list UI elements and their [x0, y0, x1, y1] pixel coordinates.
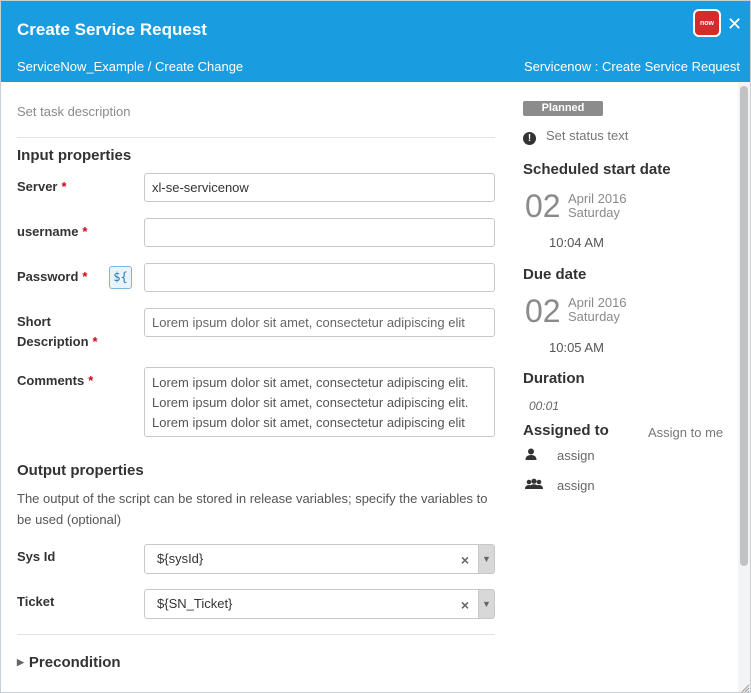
- required-marker: *: [92, 334, 98, 349]
- resize-handle-icon[interactable]: [739, 681, 750, 692]
- scheduled-start-time[interactable]: 10:04 AM: [549, 235, 604, 250]
- task-type-label: Servicenow : Create Service Request: [523, 59, 740, 74]
- dialog-header: Create Service Request now ✕ ServiceNow_…: [1, 1, 750, 82]
- caret-down-icon[interactable]: ▼: [478, 545, 494, 573]
- comments-line: Lorem ipsum dolor sit amet, consectetur …: [152, 375, 469, 390]
- dialog-title: Create Service Request: [17, 20, 207, 39]
- scheduled-start-weekday: Saturday: [568, 205, 621, 220]
- ticket-label: Ticket: [17, 594, 55, 609]
- task-form: Set task description Input properties Se…: [1, 82, 511, 692]
- comments-textarea[interactable]: Lorem ipsum dolor sit amet, consectetur …: [144, 367, 495, 437]
- due-date-day[interactable]: 02: [525, 294, 561, 328]
- comments-label: Comments *: [17, 373, 94, 388]
- short-description-input[interactable]: Lorem ipsum dolor sit amet, consectetur …: [144, 308, 495, 337]
- assign-user-field[interactable]: assign: [525, 448, 595, 463]
- due-date-weekday: Saturday: [568, 309, 621, 324]
- divider: [17, 634, 495, 635]
- due-date-title: Due date: [523, 266, 587, 283]
- required-marker: *: [82, 224, 88, 239]
- assign-to-me-link[interactable]: Assign to me: [648, 425, 723, 440]
- password-input[interactable]: [144, 263, 495, 292]
- short-description-label: Short Description *: [17, 314, 98, 349]
- create-service-request-dialog: Create Service Request now ✕ ServiceNow_…: [0, 0, 751, 693]
- task-description-field[interactable]: Set task description: [17, 104, 130, 119]
- divider: [17, 137, 495, 138]
- clear-icon[interactable]: ×: [461, 598, 469, 612]
- clear-icon[interactable]: ×: [461, 553, 469, 567]
- required-marker: *: [61, 179, 67, 194]
- caret-down-icon[interactable]: ▼: [478, 590, 494, 618]
- breadcrumb[interactable]: ServiceNow_Example / Create Change: [17, 59, 243, 74]
- assigned-to-title: Assigned to: [523, 422, 609, 439]
- due-date-time[interactable]: 10:05 AM: [549, 340, 604, 355]
- duration-value[interactable]: 00:01: [529, 399, 559, 413]
- caret-right-icon: ▶: [17, 657, 24, 667]
- username-input[interactable]: [144, 218, 495, 247]
- sys-id-select[interactable]: ${sysId} × ▼: [144, 544, 495, 574]
- duration-title: Duration: [523, 370, 585, 387]
- required-marker: *: [88, 373, 94, 388]
- scheduled-start-title: Scheduled start date: [523, 161, 671, 178]
- exclamation-circle-icon: !: [523, 132, 536, 145]
- password-label: Password *: [17, 269, 88, 284]
- sys-id-label: Sys Id: [17, 549, 56, 564]
- username-label: username *: [17, 224, 88, 239]
- comments-line: Lorem ipsum dolor sit amet, consectetur …: [152, 395, 469, 410]
- status-badge[interactable]: Planned: [523, 101, 603, 116]
- assign-team-field[interactable]: assign: [525, 478, 595, 493]
- team-icon: [525, 478, 543, 493]
- server-input[interactable]: xl-se-servicenow: [144, 173, 495, 202]
- server-label: Server *: [17, 179, 67, 194]
- ticket-select[interactable]: ${SN_Ticket} × ▼: [144, 589, 495, 619]
- variable-toggle-button[interactable]: ${: [109, 266, 132, 289]
- close-icon[interactable]: ✕: [727, 15, 742, 33]
- scheduled-start-day[interactable]: 02: [525, 189, 561, 223]
- ticket-value: ${SN_Ticket}: [157, 596, 233, 611]
- sys-id-value: ${sysId}: [157, 551, 204, 566]
- precondition-toggle[interactable]: ▶ Precondition: [17, 654, 121, 671]
- output-help-text: The output of the script can be stored i…: [17, 491, 488, 527]
- scrollbar-thumb[interactable]: [740, 86, 748, 566]
- input-properties-title: Input properties: [17, 147, 132, 164]
- task-sidebar: Planned ! Set status text Scheduled start…: [511, 82, 736, 692]
- required-marker: *: [82, 269, 88, 284]
- user-icon: [525, 448, 543, 463]
- scrollbar[interactable]: [738, 82, 750, 692]
- scheduled-start-month: April 2016: [568, 191, 627, 206]
- servicenow-logo-icon: now: [695, 11, 719, 35]
- status-text-field[interactable]: ! Set status text: [523, 128, 628, 145]
- output-properties-title: Output properties: [17, 462, 144, 479]
- comments-line: Lorem ipsum dolor sit amet, consectetur …: [152, 415, 465, 430]
- due-date-month: April 2016: [568, 295, 627, 310]
